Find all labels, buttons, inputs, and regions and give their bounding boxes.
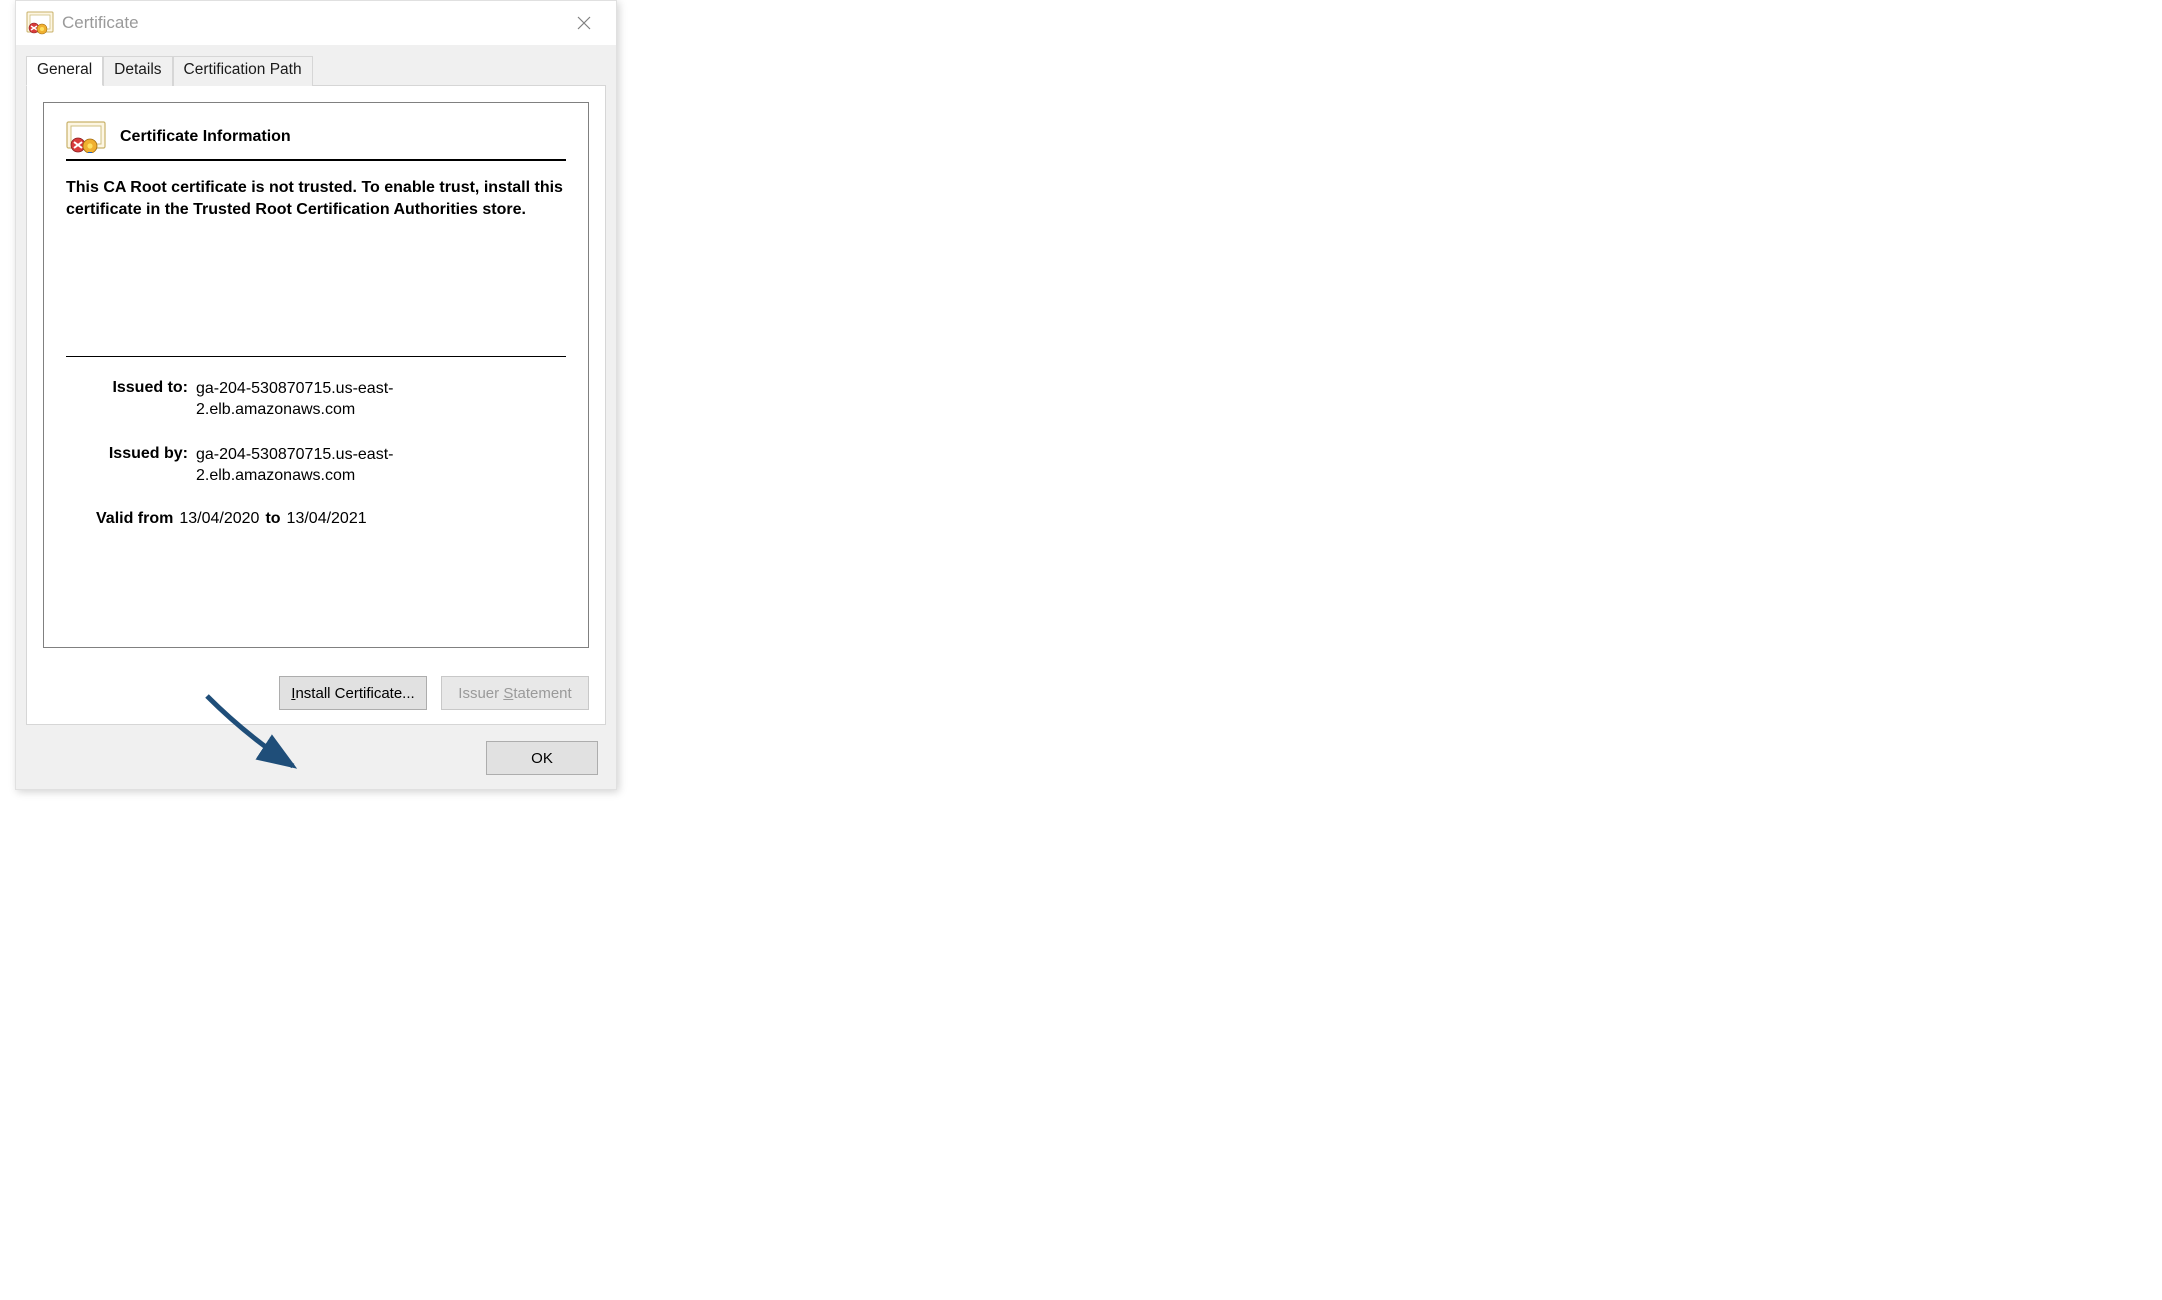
ok-button[interactable]: OK — [486, 741, 598, 775]
button-row: Install Certificate... Issuer Statement — [43, 676, 589, 710]
certificate-info-heading: Certificate Information — [120, 128, 291, 146]
window-title: Certificate — [62, 13, 562, 33]
issued-to-row: Issued to: ga-204-530870715.us-east-2.el… — [96, 379, 566, 421]
certificate-dialog: Certificate General Details Certificatio… — [15, 0, 617, 790]
valid-from-value: 13/04/2020 — [179, 510, 259, 528]
certificate-icon — [66, 121, 106, 153]
tabstrip: General Details Certification Path — [26, 56, 606, 86]
divider — [66, 356, 566, 357]
issued-by-value: ga-204-530870715.us-east-2.elb.amazonaws… — [196, 445, 456, 487]
issuer-statement-button: Issuer Statement — [441, 676, 589, 710]
divider — [66, 159, 566, 161]
valid-to-value: 13/04/2021 — [287, 510, 367, 528]
certificate-icon — [26, 11, 54, 35]
issued-to-value: ga-204-530870715.us-east-2.elb.amazonaws… — [196, 379, 456, 421]
issued-to-label: Issued to: — [96, 379, 196, 397]
valid-from-label: Valid from — [96, 510, 173, 528]
valid-to-label: to — [265, 510, 280, 528]
issued-by-row: Issued by: ga-204-530870715.us-east-2.el… — [96, 445, 566, 487]
close-button[interactable] — [562, 8, 606, 38]
tab-general[interactable]: General — [26, 56, 103, 86]
trust-warning-message: This CA Root certificate is not trusted.… — [66, 177, 566, 220]
tab-certification-path[interactable]: Certification Path — [173, 56, 313, 86]
install-certificate-button[interactable]: Install Certificate... — [279, 676, 427, 710]
ok-row: OK — [26, 725, 606, 775]
valid-row: Valid from 13/04/2020 to 13/04/2021 — [96, 510, 566, 528]
issued-by-label: Issued by: — [96, 445, 196, 463]
tab-details[interactable]: Details — [103, 56, 172, 86]
titlebar: Certificate — [16, 1, 616, 45]
tab-panel-general: Certificate Information This CA Root cer… — [26, 85, 606, 725]
certificate-info-frame: Certificate Information This CA Root cer… — [43, 102, 589, 648]
dialog-body: General Details Certification Path — [16, 45, 616, 789]
